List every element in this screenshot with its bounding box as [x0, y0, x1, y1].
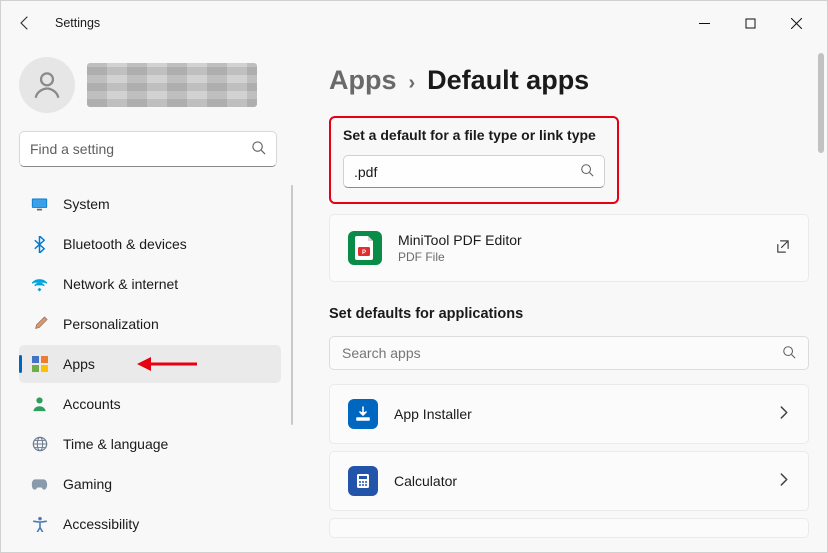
chevron-right-icon: [777, 473, 790, 489]
app-row-calculator[interactable]: Calculator: [329, 451, 809, 511]
file-type-heading: Set a default for a file type or link ty…: [343, 127, 605, 143]
close-button[interactable]: [773, 7, 819, 39]
gamepad-icon: [31, 476, 48, 493]
app-row-label: App Installer: [394, 406, 472, 422]
default-app-card[interactable]: P MiniTool PDF Editor PDF File: [329, 214, 809, 282]
svg-text:P: P: [362, 250, 366, 256]
back-button[interactable]: [9, 7, 41, 39]
sidebar-item-time-language[interactable]: Time & language: [19, 425, 281, 463]
app-row-label: Calculator: [394, 473, 457, 489]
apps-icon: [31, 356, 48, 373]
breadcrumb-parent[interactable]: Apps: [329, 65, 397, 96]
sidebar-item-network[interactable]: Network & internet: [19, 265, 281, 303]
sidebar: System Bluetooth & devices Network & int…: [1, 45, 301, 552]
bluetooth-icon: [31, 236, 48, 253]
window-controls: [681, 7, 819, 39]
sidebar-item-bluetooth[interactable]: Bluetooth & devices: [19, 225, 281, 263]
sidebar-nav: System Bluetooth & devices Network & int…: [19, 185, 281, 543]
sidebar-search-input[interactable]: [30, 141, 251, 157]
window-title: Settings: [55, 16, 100, 30]
file-type-search-input[interactable]: [354, 164, 580, 180]
app-row-partial[interactable]: [329, 518, 809, 538]
titlebar: Settings: [1, 1, 827, 45]
globe-icon: [31, 436, 48, 453]
sidebar-item-label: Personalization: [63, 316, 159, 332]
sidebar-item-label: Gaming: [63, 476, 112, 492]
monitor-icon: [31, 196, 48, 213]
file-type-search[interactable]: [343, 155, 605, 188]
sidebar-item-system[interactable]: System: [19, 185, 281, 223]
maximize-button[interactable]: [727, 7, 773, 39]
sidebar-item-label: Time & language: [63, 436, 168, 452]
pdf-app-icon: P: [348, 231, 382, 265]
app-search[interactable]: [329, 336, 809, 370]
sidebar-item-gaming[interactable]: Gaming: [19, 465, 281, 503]
search-icon: [782, 345, 796, 362]
avatar: [19, 57, 75, 113]
brush-icon: [31, 316, 48, 333]
sidebar-item-personalization[interactable]: Personalization: [19, 305, 281, 343]
search-icon: [251, 140, 266, 158]
minimize-button[interactable]: [681, 7, 727, 39]
open-external-icon: [775, 239, 790, 257]
sidebar-item-label: Accessibility: [63, 516, 139, 532]
sidebar-item-label: Network & internet: [63, 276, 178, 292]
default-app-subtitle: PDF File: [398, 250, 522, 264]
accessibility-icon: [31, 516, 48, 533]
sidebar-item-accounts[interactable]: Accounts: [19, 385, 281, 423]
chevron-right-icon: [777, 406, 790, 422]
breadcrumb: Apps › Default apps: [329, 65, 809, 96]
sidebar-search[interactable]: [19, 131, 277, 167]
app-search-input[interactable]: [342, 345, 782, 361]
calculator-icon: [348, 466, 378, 496]
search-icon: [580, 163, 594, 180]
sidebar-item-apps[interactable]: Apps: [19, 345, 281, 383]
default-app-name: MiniTool PDF Editor: [398, 232, 522, 248]
sidebar-scrollbar[interactable]: [291, 185, 293, 425]
apps-section-heading: Set defaults for applications: [329, 306, 809, 322]
wifi-icon: [31, 276, 48, 293]
app-installer-icon: [348, 399, 378, 429]
content-scrollbar[interactable]: [818, 53, 824, 153]
annotation-highlight-box: Set a default for a file type or link ty…: [329, 116, 619, 204]
sidebar-item-label: System: [63, 196, 110, 212]
sidebar-item-accessibility[interactable]: Accessibility: [19, 505, 281, 543]
content: Apps › Default apps Set a default for a …: [301, 45, 827, 552]
app-row-app-installer[interactable]: App Installer: [329, 384, 809, 444]
person-icon: [31, 396, 48, 413]
profile[interactable]: [19, 53, 297, 131]
chevron-right-icon: ›: [409, 72, 416, 95]
sidebar-item-label: Bluetooth & devices: [63, 236, 187, 252]
profile-info-hidden: [87, 63, 257, 107]
annotation-arrow: [137, 354, 197, 374]
sidebar-item-label: Accounts: [63, 396, 121, 412]
page-title: Default apps: [427, 65, 589, 96]
sidebar-item-label: Apps: [63, 356, 95, 372]
